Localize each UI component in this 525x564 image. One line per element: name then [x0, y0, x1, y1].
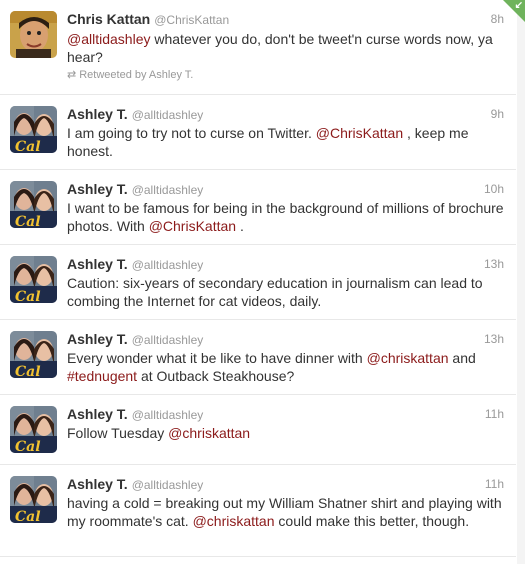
tweet[interactable]: Cal Ashley T. @alltidashley 9h I am going t… — [0, 95, 516, 170]
avatar[interactable]: Cal — [10, 331, 57, 378]
tweet[interactable]: Cal Ashley T. @alltidashley 11h Follow Tues… — [0, 395, 516, 465]
text-segment: Caution: six-years of secondary educatio… — [67, 275, 483, 309]
avatar[interactable]: Cal — [10, 181, 57, 228]
user-handle[interactable]: @alltidashley — [132, 478, 204, 492]
svg-text:Cal: Cal — [15, 439, 41, 453]
tweet-header: Ashley T. @alltidashley 13h — [67, 331, 507, 349]
user-name[interactable]: Ashley T. — [67, 476, 128, 492]
text-segment: could make this better, though. — [274, 513, 470, 529]
avatar[interactable]: Cal — [10, 256, 57, 303]
timestamp[interactable]: 9h — [491, 107, 504, 121]
tweet[interactable]: Cal Ashley T. @alltidashley 11h having a co… — [0, 465, 516, 557]
tweet-header: Ashley T. @alltidashley 11h — [67, 406, 507, 424]
timestamp[interactable]: 13h — [484, 257, 504, 271]
tweet-text: @alltidashley whatever you do, don't be … — [67, 30, 507, 66]
svg-text:Cal: Cal — [15, 214, 41, 228]
text-segment: at Outback Steakhouse? — [137, 368, 295, 384]
avatar[interactable] — [10, 11, 57, 58]
timestamp[interactable]: 11h — [485, 477, 504, 491]
timestamp[interactable]: 8h — [491, 12, 504, 26]
user-name[interactable]: Ashley T. — [67, 331, 128, 347]
scrollbar[interactable] — [517, 0, 525, 564]
tweet[interactable]: Cal Ashley T. @alltidashley 13h Every wonde… — [0, 320, 516, 395]
tweet-text: Every wonder what it be like to have din… — [67, 349, 507, 385]
retweeted-by-label: Retweeted by Ashley T. — [79, 69, 194, 81]
tweet-text: I am going to try not to curse on Twitte… — [67, 124, 507, 160]
tweet[interactable]: Cal Ashley T. @alltidashley 13h Caution: si… — [0, 245, 516, 320]
user-name[interactable]: Ashley T. — [67, 181, 128, 197]
user-name[interactable]: Ashley T. — [67, 256, 128, 272]
avatar[interactable]: Cal — [10, 406, 57, 453]
timestamp[interactable]: 10h — [484, 182, 504, 196]
user-handle[interactable]: @ChrisKattan — [154, 13, 229, 27]
svg-text:Cal: Cal — [15, 509, 41, 523]
mention-link[interactable]: @ChrisKattan — [316, 125, 403, 141]
tweet-header: Ashley T. @alltidashley 13h — [67, 256, 507, 274]
user-handle[interactable]: @alltidashley — [132, 258, 204, 272]
timestamp[interactable]: 11h — [485, 407, 504, 421]
user-handle[interactable]: @alltidashley — [132, 108, 204, 122]
svg-text:Cal: Cal — [15, 289, 41, 303]
text-segment: I am going to try not to curse on Twitte… — [67, 125, 316, 141]
tweet-text: Caution: six-years of secondary educatio… — [67, 274, 507, 310]
hashtag-link[interactable]: #tednugent — [67, 368, 137, 384]
user-handle[interactable]: @alltidashley — [132, 408, 204, 422]
tweet-timeline: Chris Kattan @ChrisKattan 8h @alltidashley … — [0, 0, 516, 564]
mention-link[interactable]: @chriskattan — [193, 513, 275, 529]
user-name[interactable]: Ashley T. — [67, 106, 128, 122]
tweet[interactable]: Chris Kattan @ChrisKattan 8h @alltidashley … — [0, 0, 516, 95]
mention-link[interactable]: @chriskattan — [168, 425, 250, 441]
tweet-header: Chris Kattan @ChrisKattan 8h — [67, 11, 507, 29]
avatar[interactable]: Cal — [10, 476, 57, 523]
user-name[interactable]: Chris Kattan — [67, 11, 150, 27]
mention-link[interactable]: @chriskattan — [367, 350, 449, 366]
tweet-header: Ashley T. @alltidashley 10h — [67, 181, 507, 199]
retweet-icon: ⇄ — [67, 69, 77, 81]
text-segment: Every wonder what it be like to have din… — [67, 350, 367, 366]
user-handle[interactable]: @alltidashley — [132, 333, 204, 347]
mention-link[interactable]: @alltidashley — [67, 31, 150, 47]
svg-text:Cal: Cal — [15, 139, 41, 153]
timestamp[interactable]: 13h — [484, 332, 504, 346]
avatar[interactable]: Cal — [10, 106, 57, 153]
tweet-header: Ashley T. @alltidashley 9h — [67, 106, 507, 124]
mention-link[interactable]: @ChrisKattan — [149, 218, 236, 234]
tweet-text: Follow Tuesday @chriskattan — [67, 424, 507, 442]
arrow-icon: ↙ — [514, 0, 523, 11]
tweet[interactable]: Cal Ashley T. @alltidashley 10h I want to b… — [0, 170, 516, 245]
text-segment: I want to be famous for being in the bac… — [67, 200, 504, 234]
text-segment: Follow Tuesday — [67, 425, 169, 441]
tweet-text: I want to be famous for being in the bac… — [67, 199, 507, 235]
user-handle[interactable]: @alltidashley — [132, 183, 204, 197]
tweet-text: having a cold = breaking out my William … — [67, 494, 507, 530]
retweet-context[interactable]: ⇄ Retweeted by Ashley T. — [67, 68, 193, 81]
user-name[interactable]: Ashley T. — [67, 406, 128, 422]
text-segment: and — [448, 350, 476, 366]
svg-text:Cal: Cal — [15, 364, 41, 378]
tweet-header: Ashley T. @alltidashley 11h — [67, 476, 507, 494]
text-segment: . — [236, 218, 244, 234]
